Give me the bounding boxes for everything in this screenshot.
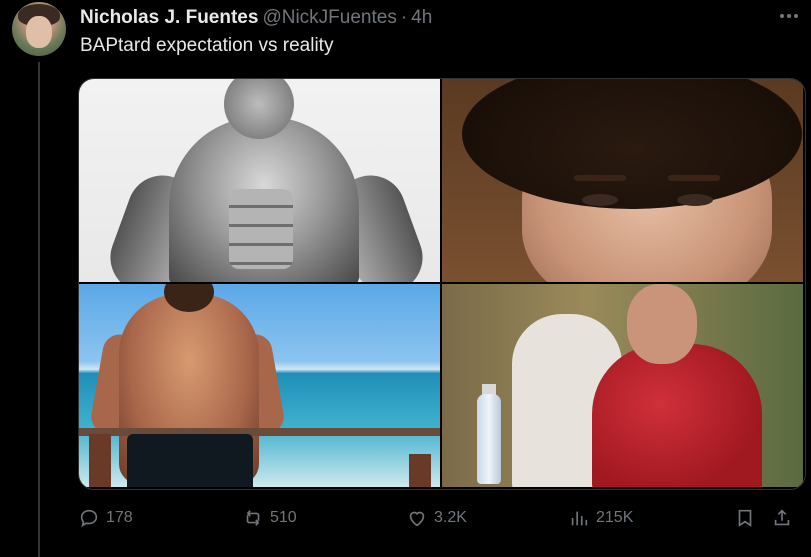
user-handle[interactable]: @NickJFuentes bbox=[262, 7, 396, 29]
media-image-3[interactable] bbox=[79, 284, 440, 487]
action-bar: 178 510 3.2K 215K bbox=[78, 504, 808, 532]
repost-icon bbox=[246, 510, 260, 526]
heart-icon bbox=[409, 511, 425, 527]
reply-button[interactable]: 178 bbox=[78, 504, 133, 532]
views-count: 215K bbox=[596, 509, 634, 526]
reply-icon bbox=[80, 509, 98, 528]
share-icon bbox=[774, 509, 790, 526]
views-icon bbox=[571, 511, 588, 526]
media-image-1[interactable] bbox=[79, 79, 440, 282]
repost-count: 510 bbox=[270, 509, 297, 526]
tweet-text: BAPtard expectation vs reality bbox=[80, 35, 334, 56]
avatar-face bbox=[26, 16, 52, 48]
media-image-4[interactable] bbox=[442, 284, 803, 487]
share-button[interactable] bbox=[771, 504, 793, 532]
tweet-header: Nicholas J. Fuentes @NickJFuentes · 4h bbox=[80, 4, 432, 32]
views-button[interactable]: 215K bbox=[568, 504, 633, 532]
bookmark-button[interactable] bbox=[734, 504, 756, 532]
separator-dot: · bbox=[400, 7, 408, 28]
reply-count: 178 bbox=[106, 509, 133, 526]
timestamp[interactable]: 4h bbox=[411, 7, 432, 29]
like-button[interactable]: 3.2K bbox=[406, 504, 467, 532]
avatar[interactable] bbox=[12, 2, 66, 56]
repost-button[interactable]: 510 bbox=[242, 504, 297, 532]
media-image-2[interactable] bbox=[442, 79, 803, 282]
bookmark-icon bbox=[738, 509, 752, 527]
more-icon[interactable] bbox=[774, 6, 804, 26]
media-grid[interactable] bbox=[78, 78, 806, 490]
thread-line bbox=[38, 62, 40, 557]
like-count: 3.2K bbox=[434, 509, 467, 526]
display-name[interactable]: Nicholas J. Fuentes bbox=[80, 7, 258, 29]
